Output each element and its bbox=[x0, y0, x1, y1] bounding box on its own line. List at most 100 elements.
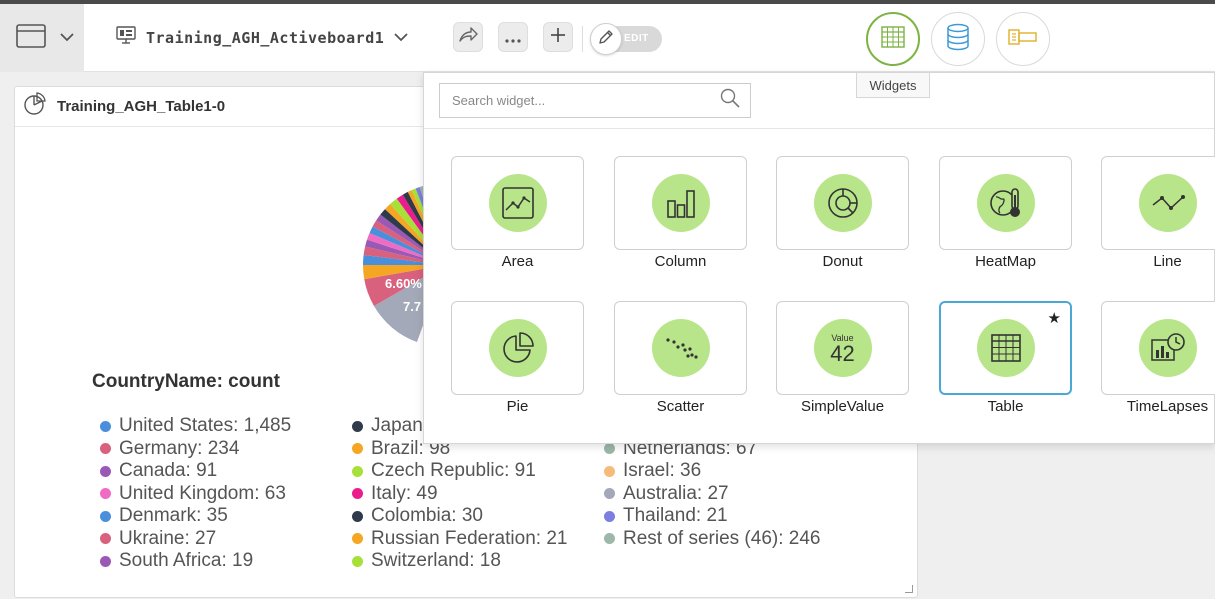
legend-swatch bbox=[604, 465, 615, 477]
app-menu-button[interactable] bbox=[0, 4, 84, 72]
widget-tile-area[interactable] bbox=[451, 156, 584, 250]
scatter-chart-icon bbox=[651, 319, 710, 377]
heatmap-icon bbox=[976, 174, 1035, 232]
widget-tile-heatmap[interactable] bbox=[939, 156, 1072, 250]
legend-label: Colombia: 30 bbox=[371, 505, 483, 527]
widget-tile-label: HeatMap bbox=[975, 253, 1036, 270]
legend-item[interactable]: Italy: 49 bbox=[352, 483, 567, 506]
legend-item[interactable]: Colombia: 30 bbox=[352, 505, 567, 528]
widgets-button[interactable] bbox=[866, 12, 920, 66]
legend-label: Ukraine: 27 bbox=[119, 527, 217, 549]
folder-icon bbox=[16, 23, 46, 54]
widget-tile-label: Table bbox=[987, 398, 1024, 415]
legend-swatch bbox=[100, 533, 111, 545]
table-grid-icon bbox=[881, 25, 905, 53]
widget-tile-timelapses[interactable] bbox=[1101, 301, 1215, 395]
legend-label: United Kingdom: 63 bbox=[119, 482, 286, 504]
ellipsis-icon bbox=[505, 27, 521, 48]
more-options-button[interactable] bbox=[498, 22, 528, 52]
widget-tile-table[interactable]: ★ bbox=[939, 301, 1072, 395]
widget-tile-pie[interactable] bbox=[451, 301, 584, 395]
simple-value-icon: Value 42 bbox=[813, 319, 872, 377]
search-icon[interactable] bbox=[720, 88, 740, 113]
widget-tile-label: Area bbox=[501, 253, 534, 270]
widget-tile-line[interactable] bbox=[1101, 156, 1215, 250]
legend-item[interactable]: Thailand: 21 bbox=[604, 505, 820, 528]
filters-button[interactable] bbox=[996, 12, 1050, 66]
area-chart-icon bbox=[488, 174, 547, 232]
legend-item[interactable]: Denmark: 35 bbox=[100, 505, 291, 528]
widget-title: Training_AGH_Table1-0 bbox=[57, 98, 226, 115]
widget-tile-column[interactable] bbox=[614, 156, 747, 250]
legend-label: Rest of series (46): 246 bbox=[623, 527, 821, 549]
legend-label: Denmark: 35 bbox=[119, 505, 228, 527]
legend-swatch bbox=[604, 443, 615, 455]
legend-label: Czech Republic: 91 bbox=[371, 460, 536, 482]
legend-item[interactable]: United Kingdom: 63 bbox=[100, 483, 291, 506]
legend-swatch bbox=[352, 555, 363, 567]
pie-chart-icon bbox=[23, 92, 47, 121]
board-title: Training_AGH_Activeboard1 bbox=[146, 28, 385, 47]
legend-label: Germany: 234 bbox=[119, 437, 240, 459]
column-chart-icon bbox=[651, 174, 710, 232]
widget-tile-label: Line bbox=[1153, 253, 1182, 270]
widget-tile-label: TimeLapses bbox=[1126, 398, 1209, 415]
panel-divider bbox=[424, 128, 1214, 129]
search-widget-input[interactable] bbox=[452, 93, 720, 108]
pencil-icon bbox=[598, 29, 614, 50]
plus-icon bbox=[550, 27, 566, 48]
legend-item[interactable]: Canada: 91 bbox=[100, 460, 291, 483]
legend-label: Canada: 91 bbox=[119, 460, 218, 482]
line-chart-icon bbox=[1138, 174, 1197, 232]
legend-item[interactable]: Australia: 27 bbox=[604, 483, 820, 506]
legend-item[interactable]: Israel: 36 bbox=[604, 460, 820, 483]
board-selector[interactable]: Training_AGH_Activeboard1 bbox=[116, 26, 408, 49]
legend-title: CountryName: count bbox=[92, 371, 280, 392]
widgets-panel: Area Column Donut HeatMap Line Pie Scatter Valu… bbox=[423, 72, 1215, 444]
edit-toggle-knob bbox=[590, 23, 622, 55]
add-button[interactable] bbox=[543, 22, 573, 52]
chevron-down-icon bbox=[394, 29, 408, 47]
legend-item[interactable]: Rest of series (46): 246 bbox=[604, 528, 820, 551]
share-icon bbox=[458, 26, 478, 48]
legend-swatch bbox=[100, 420, 111, 432]
legend-swatch bbox=[100, 443, 111, 455]
widget-tile-label: Scatter bbox=[656, 398, 705, 415]
legend-swatch bbox=[352, 443, 363, 455]
pie-data-label: 7.7 bbox=[403, 299, 421, 314]
legend-item[interactable]: Russian Federation: 21 bbox=[352, 528, 567, 551]
top-toolbar: Training_AGH_Activeboard1 EDIT bbox=[0, 4, 1215, 72]
widget-tile-donut[interactable] bbox=[776, 156, 909, 250]
datasources-button[interactable] bbox=[931, 12, 985, 66]
widget-tile-label: Pie bbox=[506, 398, 529, 415]
legend-item[interactable]: Czech Republic: 91 bbox=[352, 460, 567, 483]
legend-label: United States: 1,485 bbox=[119, 415, 292, 437]
legend-label: Australia: 27 bbox=[623, 482, 729, 504]
legend-swatch bbox=[352, 533, 363, 545]
legend-item[interactable]: South Africa: 19 bbox=[100, 550, 291, 573]
legend-swatch bbox=[100, 510, 111, 522]
legend-swatch bbox=[352, 488, 363, 500]
board-icon bbox=[116, 26, 136, 49]
resize-handle[interactable] bbox=[905, 585, 913, 593]
widget-tile-scatter[interactable] bbox=[614, 301, 747, 395]
legend-item[interactable]: Switzerland: 18 bbox=[352, 550, 567, 573]
legend-swatch bbox=[100, 555, 111, 567]
legend-swatch bbox=[604, 510, 615, 522]
legend-item[interactable]: Ukraine: 27 bbox=[100, 528, 291, 551]
legend-label: Italy: 49 bbox=[371, 482, 438, 504]
legend-item[interactable]: Germany: 234 bbox=[100, 438, 291, 461]
legend-swatch bbox=[604, 533, 615, 545]
share-button[interactable] bbox=[453, 22, 483, 52]
table-icon bbox=[976, 319, 1035, 377]
legend-swatch bbox=[604, 488, 615, 500]
legend-item[interactable]: United States: 1,485 bbox=[100, 415, 291, 438]
legend-label: Russian Federation: 21 bbox=[371, 527, 568, 549]
widget-tile-simplevalue[interactable]: Value 42 bbox=[776, 301, 909, 395]
pie-data-label: 6.60% bbox=[385, 276, 422, 291]
widget-tile-label: SimpleValue bbox=[800, 398, 885, 415]
timelapses-icon bbox=[1138, 319, 1197, 377]
chevron-down-icon bbox=[60, 29, 74, 47]
filter-slider-icon bbox=[1008, 27, 1038, 52]
edit-mode-toggle[interactable]: EDIT bbox=[590, 23, 662, 55]
